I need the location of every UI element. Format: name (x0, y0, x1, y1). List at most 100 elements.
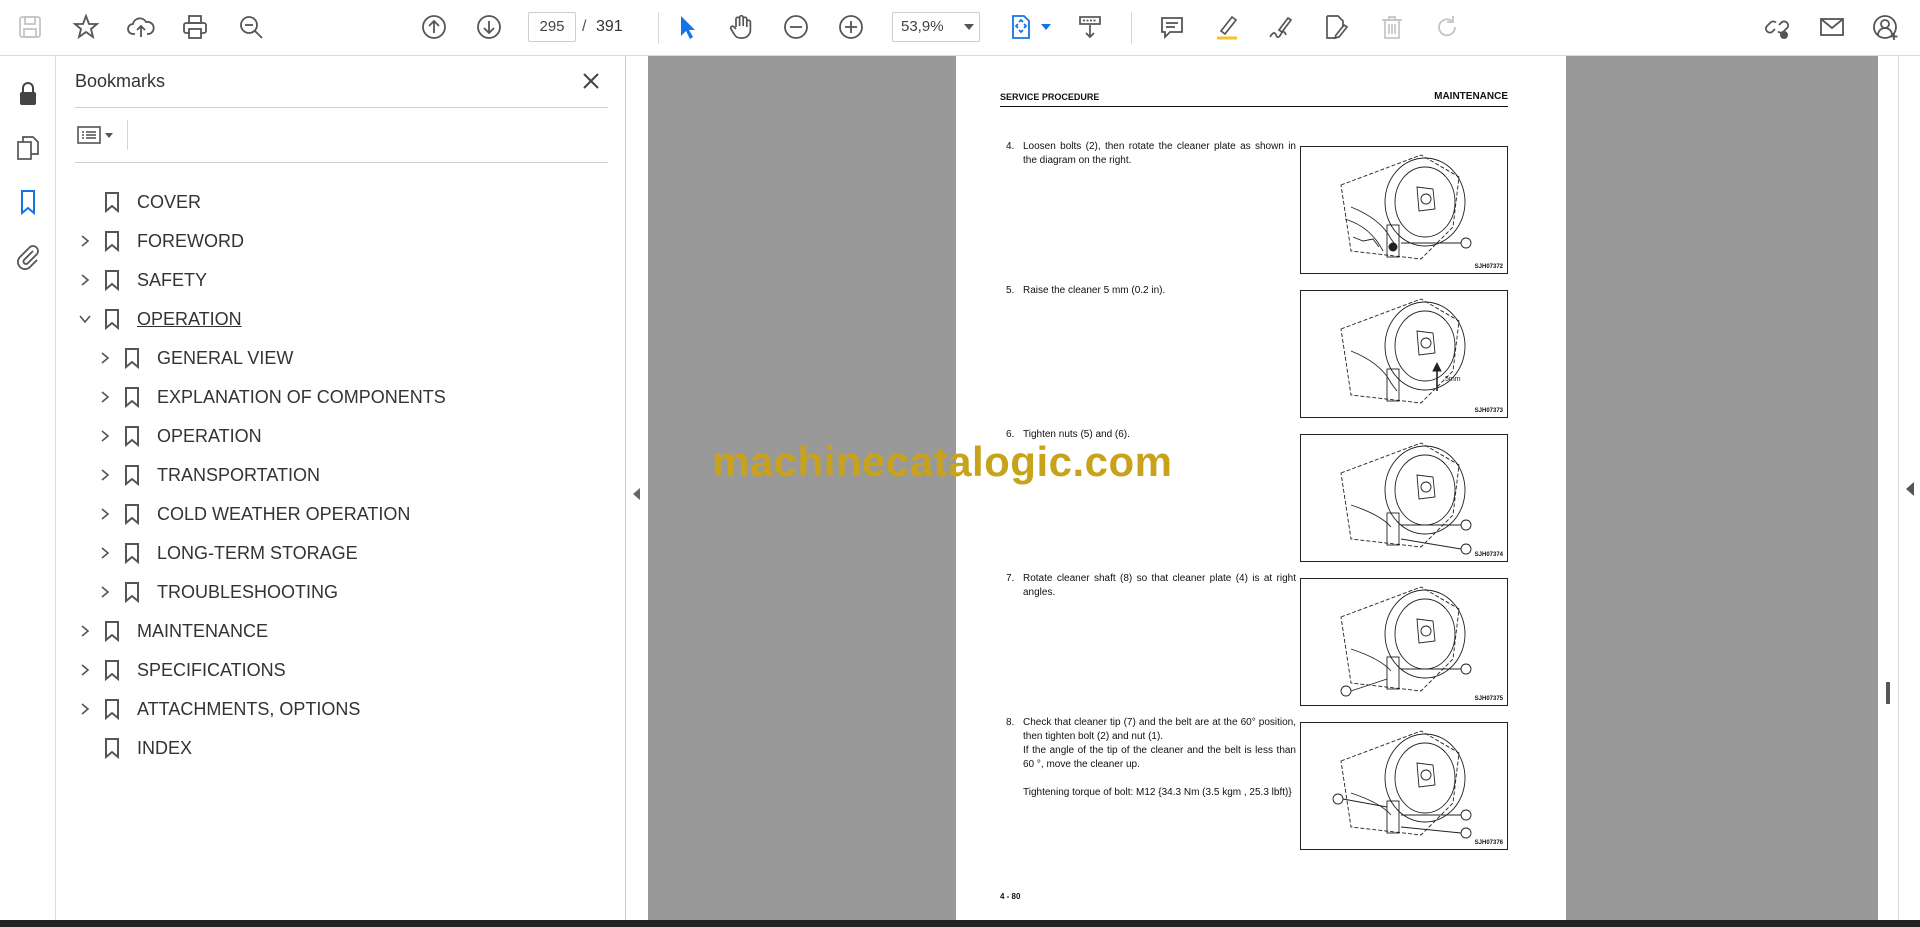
bookmark-item-maintenance[interactable]: MAINTENANCE (75, 616, 268, 646)
toolbar-divider (658, 12, 659, 44)
bookmark-icon (101, 655, 123, 685)
bookmark-item-attachments-options[interactable]: ATTACHMENTS, OPTIONS (75, 694, 360, 724)
close-icon[interactable] (578, 68, 604, 94)
page-footer-number: 4 - 80 (1000, 892, 1021, 901)
chevron-down-icon[interactable] (75, 304, 95, 334)
figure: 5mm SJH07373 (1300, 290, 1508, 418)
figure: SJH07375 (1300, 578, 1508, 706)
mail-icon[interactable] (1814, 9, 1850, 45)
lock-icon[interactable] (12, 78, 44, 110)
chevron-right-icon[interactable] (75, 226, 95, 256)
bookmark-icon (101, 304, 123, 334)
bookmark-label: OPERATION (157, 425, 262, 446)
star-icon[interactable] (68, 9, 104, 45)
chevron-right-icon[interactable] (95, 499, 115, 529)
next-page-icon[interactable] (471, 9, 507, 45)
attachment-icon[interactable] (12, 240, 44, 272)
navigation-rail (0, 56, 56, 920)
share-link-icon[interactable] (1759, 9, 1795, 45)
document-page: SERVICE PROCEDURE MAINTENANCE 4. Loosen … (956, 56, 1566, 920)
bookmark-item-operation[interactable]: OPERATION (75, 304, 242, 334)
scrollbar-thumb[interactable] (1886, 682, 1890, 704)
chevron-right-icon[interactable] (75, 265, 95, 295)
chevron-right-icon[interactable] (75, 694, 95, 724)
chevron-right-icon[interactable] (95, 538, 115, 568)
chevron-left-icon[interactable] (633, 488, 640, 500)
bookmark-item-operation-sub[interactable]: OPERATION (95, 421, 262, 451)
chevron-right-icon[interactable] (75, 655, 95, 685)
bookmark-item-cold-weather-operation[interactable]: COLD WEATHER OPERATION (95, 499, 410, 529)
zoom-out-icon[interactable] (778, 9, 814, 45)
chevron-right-icon[interactable] (75, 616, 95, 646)
bookmark-item-index[interactable]: INDEX (75, 733, 192, 763)
vertical-scrollbar[interactable] (1878, 56, 1898, 920)
bookmark-item-explanation-of-components[interactable]: EXPLANATION OF COMPONENTS (95, 382, 446, 412)
step-4: 4. Loosen bolts (2), then rotate the cle… (1006, 140, 1296, 168)
bookmark-item-general-view[interactable]: GENERAL VIEW (95, 343, 293, 373)
bookmark-item-foreword[interactable]: FOREWORD (75, 226, 244, 256)
panel-divider (75, 162, 608, 163)
bookmark-label: SPECIFICATIONS (137, 659, 286, 680)
bookmark-label: FOREWORD (137, 230, 244, 251)
bookmark-label: GENERAL VIEW (157, 347, 294, 368)
select-cursor-icon[interactable] (669, 9, 705, 45)
page-number-input[interactable]: 295 (528, 12, 576, 42)
chevron-right-icon[interactable] (95, 577, 115, 607)
total-pages: 391 (596, 18, 623, 35)
figure-id: SJH07374 (1474, 552, 1503, 558)
cloud-upload-icon[interactable] (123, 9, 159, 45)
bookmark-icon (121, 460, 143, 490)
fit-page-icon[interactable] (1003, 9, 1039, 45)
bookmark-item-troubleshooting[interactable]: TROUBLESHOOTING (95, 577, 338, 607)
bookmark-options-button[interactable] (75, 120, 119, 150)
save-icon[interactable] (12, 9, 48, 45)
figure: SJH07374 (1300, 434, 1508, 562)
chevron-right-icon[interactable] (95, 382, 115, 412)
bookmark-item-cover[interactable]: COVER (75, 187, 201, 217)
bookmark-label: TRANSPORTATION (157, 464, 321, 485)
fit-dropdown-icon[interactable] (1041, 24, 1051, 30)
right-panel-toggle[interactable] (1898, 56, 1920, 920)
step-5: 5. Raise the cleaner 5 mm (0.2 in). (1006, 284, 1296, 298)
bookmark-icon (121, 538, 143, 568)
draw-icon[interactable] (1263, 9, 1299, 45)
step-7: 7. Rotate cleaner shaft (8) so that clea… (1006, 572, 1296, 600)
bookmark-item-specifications[interactable]: SPECIFICATIONS (75, 655, 286, 685)
hand-icon[interactable] (723, 9, 759, 45)
zoom-in-icon[interactable] (833, 9, 869, 45)
find-icon[interactable] (233, 9, 269, 45)
panel-divider (75, 107, 608, 108)
bookmark-label: COLD WEATHER OPERATION (157, 503, 411, 524)
bookmark-item-transportation[interactable]: TRANSPORTATION (95, 460, 320, 490)
bookmark-label: TROUBLESHOOTING (157, 581, 339, 602)
chevron-right-icon[interactable] (95, 460, 115, 490)
chevron-right-icon[interactable] (95, 421, 115, 451)
previous-page-icon[interactable] (416, 9, 452, 45)
comment-icon[interactable] (1154, 9, 1190, 45)
pages-icon[interactable] (12, 132, 44, 164)
bookmark-label: EXPLANATION OF COMPONENTS (157, 386, 446, 407)
fill-sign-icon[interactable] (1318, 9, 1354, 45)
chevron-left-icon[interactable] (1906, 482, 1914, 496)
scroll-mode-icon[interactable] (1072, 9, 1108, 45)
trash-icon[interactable] (1374, 9, 1410, 45)
chevron-right-icon[interactable] (95, 343, 115, 373)
bookmark-label: SAFETY (137, 269, 208, 290)
zoom-level-value: 53,9% (901, 18, 944, 35)
account-icon[interactable] (1868, 9, 1904, 45)
redo-icon[interactable] (1429, 9, 1465, 45)
bookmark-item-safety[interactable]: SAFETY (75, 265, 207, 295)
panel-collapse-handle[interactable] (626, 56, 648, 920)
bookmark-label: OPERATION (137, 308, 242, 329)
watermark: machinecatalogic.com (712, 438, 1173, 485)
bookmark-label: INDEX (137, 737, 193, 758)
highlight-icon[interactable] (1209, 9, 1245, 45)
bookmark-panel-icon[interactable] (12, 186, 44, 218)
bookmark-item-long-term-storage[interactable]: LONG-TERM STORAGE (95, 538, 358, 568)
print-icon[interactable] (177, 9, 213, 45)
panel-toolbar-divider (127, 120, 128, 150)
bookmark-icon (101, 616, 123, 646)
chevron-down-icon[interactable] (964, 24, 974, 30)
panel-title: Bookmarks (75, 71, 166, 91)
document-viewport[interactable]: SERVICE PROCEDURE MAINTENANCE 4. Loosen … (648, 56, 1878, 920)
